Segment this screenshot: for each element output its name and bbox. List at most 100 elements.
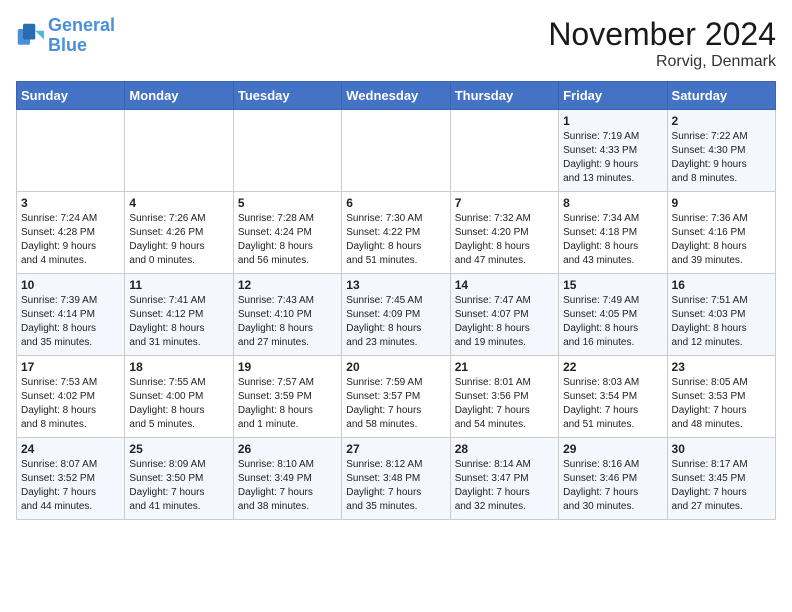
- weekday-header-sunday: Sunday: [17, 82, 125, 110]
- calendar-cell: 8 Sunrise: 7:34 AM Sunset: 4:18 PM Daylig…: [559, 192, 667, 274]
- calendar-cell: [342, 110, 450, 192]
- day-info: Sunrise: 7:57 AM Sunset: 3:59 PM Dayligh…: [238, 376, 337, 432]
- calendar-cell: 6 Sunrise: 7:30 AM Sunset: 4:22 PM Daylig…: [342, 192, 450, 274]
- calendar-cell: 18 Sunrise: 7:55 AM Sunset: 4:00 PM Dayli…: [125, 356, 233, 438]
- day-number: 25: [129, 442, 228, 456]
- day-number: 4: [129, 196, 228, 210]
- day-number: 26: [238, 442, 337, 456]
- day-info: Sunrise: 7:45 AM Sunset: 4:09 PM Dayligh…: [346, 294, 445, 350]
- day-info: Sunrise: 8:07 AM Sunset: 3:52 PM Dayligh…: [21, 458, 120, 514]
- title-block: November 2024 Rorvig, Denmark: [548, 16, 776, 71]
- weekday-header-wednesday: Wednesday: [342, 82, 450, 110]
- calendar-cell: 30Sunrise: 8:17 AM Sunset: 3:45 PM Dayli…: [667, 438, 775, 520]
- day-info: Sunrise: 7:22 AM Sunset: 4:30 PM Dayligh…: [672, 130, 771, 186]
- calendar-cell: 5 Sunrise: 7:28 AM Sunset: 4:24 PM Daylig…: [233, 192, 341, 274]
- day-info: Sunrise: 8:05 AM Sunset: 3:53 PM Dayligh…: [672, 376, 771, 432]
- weekday-header-saturday: Saturday: [667, 82, 775, 110]
- calendar-cell: 25 Sunrise: 8:09 AM Sunset: 3:50 PM Dayli…: [125, 438, 233, 520]
- calendar-cell: 13 Sunrise: 7:45 AM Sunset: 4:09 PM Dayli…: [342, 274, 450, 356]
- day-number: 23: [672, 360, 771, 374]
- day-number: 20: [346, 360, 445, 374]
- day-info: Sunrise: 7:19 AM Sunset: 4:33 PM Dayligh…: [563, 130, 662, 186]
- calendar-cell: 26 Sunrise: 8:10 AM Sunset: 3:49 PM Dayli…: [233, 438, 341, 520]
- day-number: 3: [21, 196, 120, 210]
- calendar-cell: [450, 110, 558, 192]
- day-info: Sunrise: 8:16 AM Sunset: 3:46 PM Dayligh…: [563, 458, 662, 514]
- calendar-week-1: 1 Sunrise: 7:19 AM Sunset: 4:33 PM Daylig…: [17, 110, 776, 192]
- day-info: Sunrise: 7:43 AM Sunset: 4:10 PM Dayligh…: [238, 294, 337, 350]
- location: Rorvig, Denmark: [548, 53, 776, 71]
- calendar-cell: 17Sunrise: 7:53 AM Sunset: 4:02 PM Dayli…: [17, 356, 125, 438]
- month-title: November 2024: [548, 16, 776, 53]
- calendar-week-2: 3 Sunrise: 7:24 AM Sunset: 4:28 PM Daylig…: [17, 192, 776, 274]
- day-info: Sunrise: 7:47 AM Sunset: 4:07 PM Dayligh…: [455, 294, 554, 350]
- logo-text-line2: Blue: [48, 36, 115, 56]
- day-info: Sunrise: 7:53 AM Sunset: 4:02 PM Dayligh…: [21, 376, 120, 432]
- calendar-cell: 7 Sunrise: 7:32 AM Sunset: 4:20 PM Daylig…: [450, 192, 558, 274]
- calendar-cell: 15 Sunrise: 7:49 AM Sunset: 4:05 PM Dayli…: [559, 274, 667, 356]
- day-info: Sunrise: 7:41 AM Sunset: 4:12 PM Dayligh…: [129, 294, 228, 350]
- weekday-header-thursday: Thursday: [450, 82, 558, 110]
- day-number: 13: [346, 278, 445, 292]
- day-info: Sunrise: 7:28 AM Sunset: 4:24 PM Dayligh…: [238, 212, 337, 268]
- day-info: Sunrise: 7:26 AM Sunset: 4:26 PM Dayligh…: [129, 212, 228, 268]
- calendar-cell: 16Sunrise: 7:51 AM Sunset: 4:03 PM Dayli…: [667, 274, 775, 356]
- day-info: Sunrise: 7:30 AM Sunset: 4:22 PM Dayligh…: [346, 212, 445, 268]
- calendar-week-5: 24 Sunrise: 8:07 AM Sunset: 3:52 PM Dayli…: [17, 438, 776, 520]
- day-info: Sunrise: 7:55 AM Sunset: 4:00 PM Dayligh…: [129, 376, 228, 432]
- day-number: 1: [563, 114, 662, 128]
- day-info: Sunrise: 7:32 AM Sunset: 4:20 PM Dayligh…: [455, 212, 554, 268]
- calendar-cell: 3 Sunrise: 7:24 AM Sunset: 4:28 PM Daylig…: [17, 192, 125, 274]
- day-info: Sunrise: 8:01 AM Sunset: 3:56 PM Dayligh…: [455, 376, 554, 432]
- day-number: 9: [672, 196, 771, 210]
- day-info: Sunrise: 7:39 AM Sunset: 4:14 PM Dayligh…: [21, 294, 120, 350]
- logo-text-line1: General: [48, 16, 115, 36]
- weekday-header-tuesday: Tuesday: [233, 82, 341, 110]
- day-info: Sunrise: 8:03 AM Sunset: 3:54 PM Dayligh…: [563, 376, 662, 432]
- calendar-cell: 4 Sunrise: 7:26 AM Sunset: 4:26 PM Daylig…: [125, 192, 233, 274]
- day-info: Sunrise: 7:24 AM Sunset: 4:28 PM Dayligh…: [21, 212, 120, 268]
- day-number: 18: [129, 360, 228, 374]
- day-info: Sunrise: 8:14 AM Sunset: 3:47 PM Dayligh…: [455, 458, 554, 514]
- weekday-header-friday: Friday: [559, 82, 667, 110]
- day-number: 8: [563, 196, 662, 210]
- day-number: 5: [238, 196, 337, 210]
- day-info: Sunrise: 8:09 AM Sunset: 3:50 PM Dayligh…: [129, 458, 228, 514]
- day-number: 22: [563, 360, 662, 374]
- calendar-cell: 29 Sunrise: 8:16 AM Sunset: 3:46 PM Dayli…: [559, 438, 667, 520]
- day-number: 14: [455, 278, 554, 292]
- calendar-table: SundayMondayTuesdayWednesdayThursdayFrid…: [16, 81, 776, 520]
- day-number: 10: [21, 278, 120, 292]
- calendar-cell: 9Sunrise: 7:36 AM Sunset: 4:16 PM Daylig…: [667, 192, 775, 274]
- calendar-cell: 11Sunrise: 7:41 AM Sunset: 4:12 PM Dayli…: [125, 274, 233, 356]
- calendar-cell: 22 Sunrise: 8:03 AM Sunset: 3:54 PM Dayli…: [559, 356, 667, 438]
- calendar-cell: [233, 110, 341, 192]
- day-number: 6: [346, 196, 445, 210]
- logo-icon: [16, 22, 44, 50]
- calendar-cell: 14 Sunrise: 7:47 AM Sunset: 4:07 PM Dayli…: [450, 274, 558, 356]
- day-info: Sunrise: 8:17 AM Sunset: 3:45 PM Dayligh…: [672, 458, 771, 514]
- weekday-header-monday: Monday: [125, 82, 233, 110]
- day-number: 28: [455, 442, 554, 456]
- day-info: Sunrise: 7:34 AM Sunset: 4:18 PM Dayligh…: [563, 212, 662, 268]
- calendar-cell: 10 Sunrise: 7:39 AM Sunset: 4:14 PM Dayli…: [17, 274, 125, 356]
- day-number: 15: [563, 278, 662, 292]
- day-number: 27: [346, 442, 445, 456]
- day-number: 29: [563, 442, 662, 456]
- day-info: Sunrise: 7:49 AM Sunset: 4:05 PM Dayligh…: [563, 294, 662, 350]
- calendar-cell: [17, 110, 125, 192]
- day-info: Sunrise: 8:12 AM Sunset: 3:48 PM Dayligh…: [346, 458, 445, 514]
- day-number: 2: [672, 114, 771, 128]
- day-number: 7: [455, 196, 554, 210]
- logo: General Blue: [16, 16, 115, 56]
- calendar-cell: 27 Sunrise: 8:12 AM Sunset: 3:48 PM Dayli…: [342, 438, 450, 520]
- calendar-week-3: 10 Sunrise: 7:39 AM Sunset: 4:14 PM Dayli…: [17, 274, 776, 356]
- calendar-cell: [125, 110, 233, 192]
- day-info: Sunrise: 8:10 AM Sunset: 3:49 PM Dayligh…: [238, 458, 337, 514]
- calendar-cell: 24 Sunrise: 8:07 AM Sunset: 3:52 PM Dayli…: [17, 438, 125, 520]
- day-number: 24: [21, 442, 120, 456]
- calendar-cell: 28 Sunrise: 8:14 AM Sunset: 3:47 PM Dayli…: [450, 438, 558, 520]
- calendar-week-4: 17Sunrise: 7:53 AM Sunset: 4:02 PM Dayli…: [17, 356, 776, 438]
- calendar-cell: 23 Sunrise: 8:05 AM Sunset: 3:53 PM Dayli…: [667, 356, 775, 438]
- calendar-cell: 19Sunrise: 7:57 AM Sunset: 3:59 PM Dayli…: [233, 356, 341, 438]
